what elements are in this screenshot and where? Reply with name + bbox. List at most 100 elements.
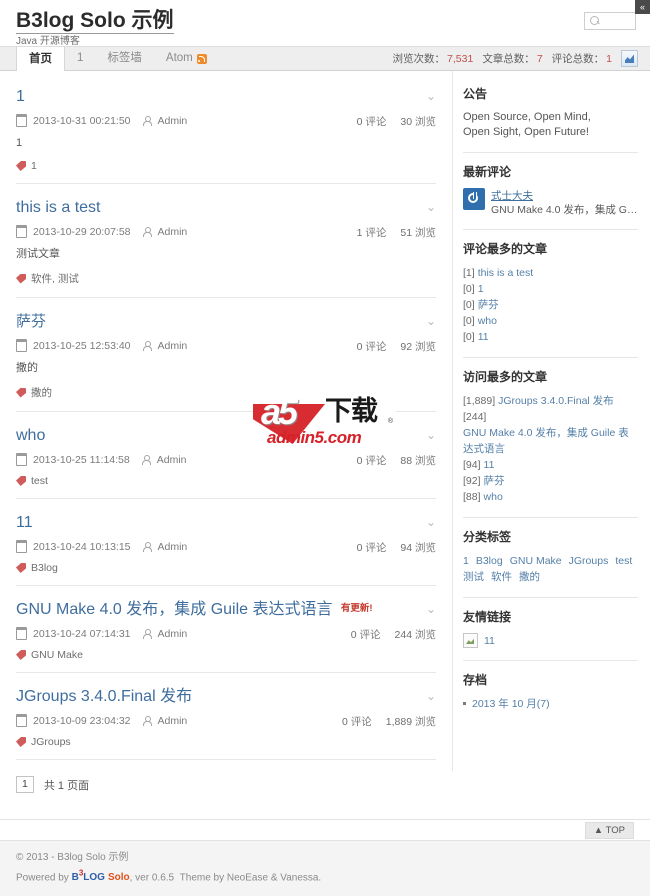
tag-link[interactable]: GNU Make bbox=[510, 555, 562, 567]
article-abstract: 撒的 bbox=[16, 362, 38, 374]
calendar-icon bbox=[16, 453, 27, 466]
article-item: GNU Make 4.0 发布，集成 Guile 表达式语言 有更新! ⌄ 20… bbox=[16, 586, 436, 673]
site-title[interactable]: B3log Solo 示例 bbox=[16, 9, 174, 34]
tag-link[interactable]: test bbox=[615, 555, 632, 567]
solo-brand[interactable]: Solo bbox=[108, 872, 130, 883]
article-author[interactable]: Admin bbox=[158, 226, 188, 238]
avatar bbox=[463, 188, 485, 210]
commenter-name[interactable]: 式士大夫 bbox=[491, 190, 533, 202]
chevron-down-icon[interactable]: ⌄ bbox=[426, 690, 436, 702]
friend-link-item[interactable]: 11 bbox=[463, 633, 638, 648]
tag-link[interactable]: B3log bbox=[476, 555, 503, 567]
chevron-down-icon[interactable]: ⌄ bbox=[426, 429, 436, 441]
chevron-down-icon[interactable]: ⌄ bbox=[426, 90, 436, 102]
tab-page-1[interactable]: 1 bbox=[65, 47, 95, 70]
article-title[interactable]: 11 bbox=[16, 514, 33, 531]
tab-atom[interactable]: Atom bbox=[154, 47, 219, 70]
tab-home[interactable]: 首页 bbox=[16, 47, 65, 71]
article-link[interactable]: who bbox=[484, 491, 503, 503]
article-counts: 0 评论 92 浏览 bbox=[357, 339, 436, 354]
article-tag-labels[interactable]: 软件, 测试 bbox=[31, 271, 79, 286]
most-commented-title: 评论最多的文章 bbox=[463, 242, 548, 256]
article-link[interactable]: JGroups 3.4.0.Final 发布 bbox=[498, 395, 614, 407]
article-tag-labels[interactable]: test bbox=[31, 475, 48, 487]
article-counts: 0 评论 88 浏览 bbox=[357, 453, 436, 468]
article-tag-labels[interactable]: 1 bbox=[31, 160, 37, 172]
article-author[interactable]: Admin bbox=[157, 454, 187, 466]
tag-link[interactable]: 1 bbox=[463, 555, 469, 567]
announcement-line-1: Open Source, Open Mind, bbox=[463, 111, 591, 123]
site-brand[interactable]: B3log Solo 示例 Java 开源博客 bbox=[16, 9, 174, 47]
b3log-log: LOG bbox=[83, 872, 105, 884]
article-link[interactable]: 11 bbox=[478, 331, 489, 343]
search-input[interactable] bbox=[601, 13, 639, 31]
chevron-down-icon[interactable]: ⌄ bbox=[426, 315, 436, 327]
article-tag-labels[interactable]: B3log bbox=[31, 562, 58, 574]
article-title[interactable]: who bbox=[16, 427, 45, 444]
friend-link-label[interactable]: 11 bbox=[484, 635, 495, 647]
stat-articles-value: 7 bbox=[536, 53, 543, 65]
article-author[interactable]: Admin bbox=[158, 115, 188, 127]
article-header: 11 ⌄ bbox=[16, 513, 436, 533]
article-tag-labels[interactable]: JGroups bbox=[31, 736, 71, 748]
article-title[interactable]: this is a test bbox=[16, 199, 100, 216]
tab-tag-wall[interactable]: 标签墙 bbox=[95, 47, 154, 70]
tag-cloud: 1 B3log GNU Make JGroups test 测试 软件 撒的 bbox=[463, 553, 638, 585]
article-view-count: 244 浏览 bbox=[394, 629, 436, 641]
article-author[interactable]: Admin bbox=[158, 541, 188, 553]
footer-powered: Powered by B3LOG Solo, ver 0.6.5 Theme by… bbox=[16, 866, 634, 886]
article-title[interactable]: 1 bbox=[16, 88, 25, 105]
article-link[interactable]: GNU Make 4.0 发布，集成 Guile 表达式语言 bbox=[463, 425, 638, 457]
article-tag-labels[interactable]: GNU Make bbox=[31, 649, 83, 661]
tag-link[interactable]: 软件 bbox=[491, 571, 512, 583]
bullet-icon bbox=[463, 702, 466, 705]
chevron-down-icon[interactable]: ⌄ bbox=[426, 516, 436, 528]
article-meta: 2013-10-24 10:13:15 Admin 0 评论 94 浏览 bbox=[16, 540, 436, 554]
recent-comment-item[interactable]: 式士大夫 GNU Make 4.0 发布，集成 Guile 表达… bbox=[463, 188, 638, 217]
comment-snippet[interactable]: GNU Make 4.0 发布，集成 Guile 表达… bbox=[491, 204, 638, 217]
article-comment-count: 0 评论 bbox=[356, 341, 387, 353]
article-author[interactable]: Admin bbox=[158, 715, 188, 727]
article-link[interactable]: 11 bbox=[484, 459, 495, 471]
article-comment-count: 0 评论 bbox=[356, 116, 387, 128]
article-link[interactable]: this is a test bbox=[478, 267, 533, 279]
archive-item[interactable]: 2013 年 10 月(7) bbox=[463, 696, 638, 711]
article-item: 11 ⌄ 2013-10-24 10:13:15 Admin 0 评论 94 浏… bbox=[16, 499, 436, 586]
chevron-down-icon[interactable]: ⌄ bbox=[426, 603, 436, 615]
tag-link[interactable]: 撒的 bbox=[519, 571, 540, 583]
article-tag-labels[interactable]: 撒的 bbox=[31, 385, 52, 400]
nav-tab-list: 首页 1 标签墙 Atom bbox=[16, 47, 219, 71]
article-link[interactable]: who bbox=[478, 315, 497, 327]
article-title[interactable]: 萨芬 bbox=[16, 313, 46, 330]
article-meta: 2013-10-29 20:07:58 Admin 1 评论 51 浏览 bbox=[16, 225, 436, 239]
stat-comments-value: 1 bbox=[606, 53, 612, 65]
most-commented-item: [1] this is a test bbox=[463, 265, 638, 281]
article-title[interactable]: GNU Make 4.0 发布，集成 Guile 表达式语言 bbox=[16, 601, 333, 618]
b3log-b: B bbox=[71, 872, 79, 884]
b3log-logo[interactable]: B3LOG bbox=[71, 869, 105, 884]
article-header: GNU Make 4.0 发布，集成 Guile 表达式语言 有更新! ⌄ bbox=[16, 600, 436, 620]
back-to-top-button[interactable]: ▲ TOP bbox=[584, 822, 634, 839]
article-tags: JGroups bbox=[16, 736, 436, 748]
search-box[interactable] bbox=[584, 12, 639, 31]
stat-comments: 评论总数： 1 bbox=[552, 51, 612, 66]
article-header: JGroups 3.4.0.Final 发布 ⌄ bbox=[16, 687, 436, 707]
chevron-down-icon[interactable]: ⌄ bbox=[426, 201, 436, 213]
article-link[interactable]: 1 bbox=[478, 283, 484, 295]
article-link[interactable]: 萨芬 bbox=[478, 299, 499, 311]
article-link[interactable]: 萨芬 bbox=[484, 475, 505, 487]
article-author[interactable]: Admin bbox=[158, 628, 188, 640]
calendar-icon bbox=[16, 114, 27, 127]
broken-image-icon bbox=[463, 633, 478, 648]
admin-panel-icon[interactable] bbox=[621, 50, 638, 67]
tag-link[interactable]: JGroups bbox=[569, 555, 609, 567]
page-number-1[interactable]: 1 bbox=[16, 776, 34, 793]
article-title[interactable]: JGroups 3.4.0.Final 发布 bbox=[16, 688, 192, 705]
article-tags: 1 bbox=[16, 160, 436, 172]
archive-item-label[interactable]: 2013 年 10 月(7) bbox=[472, 696, 550, 711]
article-author[interactable]: Admin bbox=[158, 340, 188, 352]
tag-link[interactable]: 测试 bbox=[463, 571, 484, 583]
collapse-panel-icon[interactable]: « bbox=[635, 0, 650, 14]
article-abstract: 1 bbox=[16, 137, 23, 149]
most-viewed-item: [244] GNU Make 4.0 发布，集成 Guile 表达式语言 bbox=[463, 409, 638, 457]
